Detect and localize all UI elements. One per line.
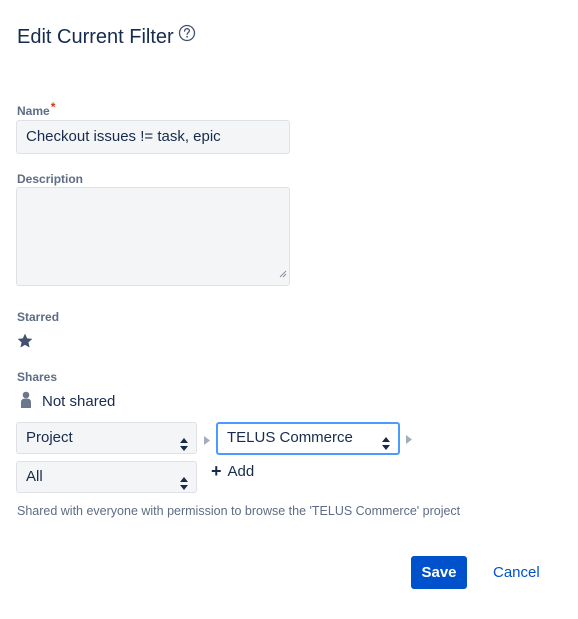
add-label: Add [227, 463, 255, 480]
resize-grip-icon[interactable] [279, 265, 287, 283]
name-label: Name* [17, 100, 55, 118]
cancel-button[interactable]: Cancel [493, 564, 540, 581]
add-share-button[interactable]: + Add [211, 461, 255, 481]
project-value: TELUS Commerce [227, 429, 353, 446]
project-select[interactable]: TELUS Commerce [216, 422, 400, 455]
role-select[interactable]: All [16, 461, 197, 493]
share-type-value: Project [26, 429, 73, 446]
up-down-arrows-icon [180, 471, 188, 501]
required-mark: * [50, 100, 56, 114]
star-icon[interactable] [16, 332, 34, 355]
save-button[interactable]: Save [411, 556, 467, 589]
description-label: Description [17, 172, 84, 186]
role-value: All [26, 468, 43, 485]
up-down-arrows-icon [382, 432, 390, 460]
dialog-title: Edit Current Filter [17, 24, 196, 49]
help-icon[interactable] [178, 24, 196, 48]
chevron-right-icon [204, 432, 210, 450]
name-input[interactable]: Checkout issues != task, epic [16, 120, 290, 154]
shares-label: Shares [17, 370, 58, 384]
starred-label: Starred [17, 310, 60, 324]
share-note: Shared with everyone with permission to … [17, 504, 461, 518]
dialog-title-text: Edit Current Filter [17, 26, 174, 48]
share-type-select[interactable]: Project [16, 422, 197, 454]
shares-status: Not shared [42, 393, 116, 410]
name-input-value: Checkout issues != task, epic [26, 128, 221, 145]
plus-icon: + [211, 461, 222, 481]
chevron-right-icon [406, 431, 412, 449]
name-label-text: Name [17, 104, 50, 118]
up-down-arrows-icon [180, 432, 188, 462]
description-textarea[interactable] [16, 187, 290, 286]
person-icon [20, 391, 32, 414]
